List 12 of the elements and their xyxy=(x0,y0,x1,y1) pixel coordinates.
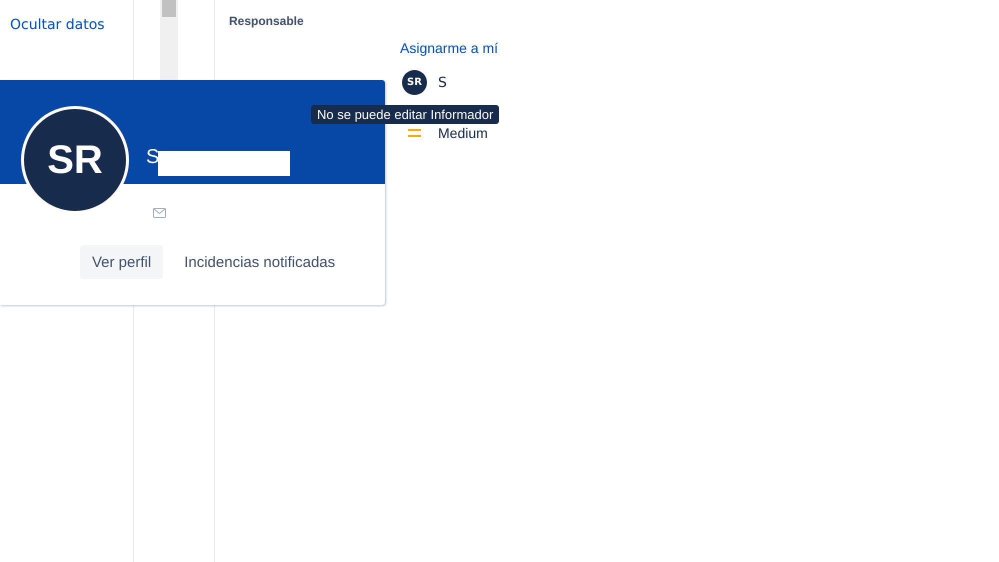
field-label: Responsable xyxy=(229,14,305,28)
tooltip: No se puede editar Informador xyxy=(311,105,500,124)
user-avatar[interactable]: SR xyxy=(402,70,427,95)
profile-button[interactable]: Incidencias notificadas xyxy=(174,245,346,279)
priority-label: Medium xyxy=(438,125,488,141)
assign-to-me-link[interactable]: Asignarme a mí xyxy=(400,40,498,56)
profile-button[interactable]: Ver perfil xyxy=(80,245,164,279)
hide-data-link[interactable]: Ocultar datos xyxy=(10,17,105,33)
user-name: S xyxy=(438,74,447,90)
scrollbar[interactable] xyxy=(160,0,178,80)
mail-icon xyxy=(153,208,166,218)
user-name: S xyxy=(146,146,160,169)
